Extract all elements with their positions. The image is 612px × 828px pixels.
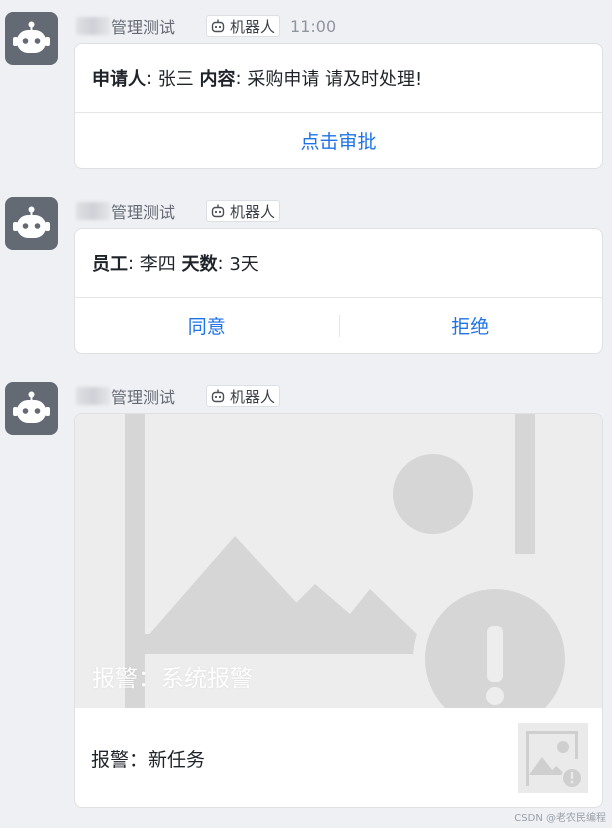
robot-icon xyxy=(13,206,50,238)
field-label: 申请人 xyxy=(92,69,146,90)
card-content: 员工: 李四 天数: 3天 xyxy=(75,229,602,297)
robot-icon xyxy=(13,21,50,53)
robot-icon xyxy=(211,389,225,403)
reject-cell: 拒绝 xyxy=(339,298,603,353)
broken-image-icon xyxy=(518,723,588,793)
blurred-sender-name xyxy=(76,17,110,35)
message-time: 11:00 xyxy=(290,16,337,36)
blurred-sender-name xyxy=(76,202,110,220)
message-header: 管理测试 机器人 11:00 xyxy=(76,14,336,38)
thumbnail[interactable] xyxy=(518,723,588,793)
bot-tag: 机器人 xyxy=(206,200,281,222)
field-label: 天数 xyxy=(181,254,218,275)
image-caption: 报警：系统报警 xyxy=(92,666,253,692)
bot-avatar[interactable] xyxy=(5,12,58,65)
field-label: 内容 xyxy=(199,69,236,90)
card-footer: 点击审批 xyxy=(75,112,602,168)
message-header: 管理测试 机器人 xyxy=(76,199,281,223)
bot-tag: 机器人 xyxy=(206,385,281,407)
alert-image-card: 报警：系统报警 报警：新任务 xyxy=(74,413,603,808)
sender-name[interactable]: 管理测试 xyxy=(111,199,175,223)
bot-tag: 机器人 xyxy=(206,15,281,37)
reject-button[interactable]: 拒绝 xyxy=(451,312,489,339)
message-header: 管理测试 机器人 xyxy=(76,384,281,408)
card-content: 申请人: 张三 内容: 采购申请 请及时处理! xyxy=(75,44,602,112)
bot-avatar[interactable] xyxy=(5,382,58,435)
bot-tag-label: 机器人 xyxy=(230,202,276,221)
field-value: 采购申请 请及时处理! xyxy=(247,69,423,90)
field-value: 3天 xyxy=(229,254,259,275)
card-footer: 报警：新任务 xyxy=(75,708,602,807)
field-value: 李四 xyxy=(139,254,176,275)
robot-icon xyxy=(13,391,50,423)
image-placeholder[interactable]: 报警：系统报警 xyxy=(75,414,602,708)
blurred-sender-name xyxy=(76,387,110,405)
agree-cell: 同意 xyxy=(75,298,339,353)
field-label: 员工 xyxy=(92,254,128,275)
agree-button[interactable]: 同意 xyxy=(188,312,226,339)
footer-divider xyxy=(339,315,340,337)
bot-tag-label: 机器人 xyxy=(230,387,276,406)
leave-card: 员工: 李四 天数: 3天 同意 拒绝 xyxy=(74,228,603,354)
field-value: 张三 xyxy=(157,69,194,90)
robot-icon xyxy=(211,204,225,218)
approval-card: 申请人: 张三 内容: 采购申请 请及时处理! 点击审批 xyxy=(74,43,603,169)
bot-tag-label: 机器人 xyxy=(230,17,276,36)
watermark: CSDN @老农民编程 xyxy=(514,813,606,824)
bot-avatar[interactable] xyxy=(5,197,58,250)
robot-icon xyxy=(211,19,225,33)
card-footer: 同意 拒绝 xyxy=(75,297,602,353)
sender-name[interactable]: 管理测试 xyxy=(111,14,175,38)
sender-name[interactable]: 管理测试 xyxy=(111,384,175,408)
alert-text: 报警：新任务 xyxy=(91,748,206,771)
approve-link-button[interactable]: 点击审批 xyxy=(300,127,376,154)
